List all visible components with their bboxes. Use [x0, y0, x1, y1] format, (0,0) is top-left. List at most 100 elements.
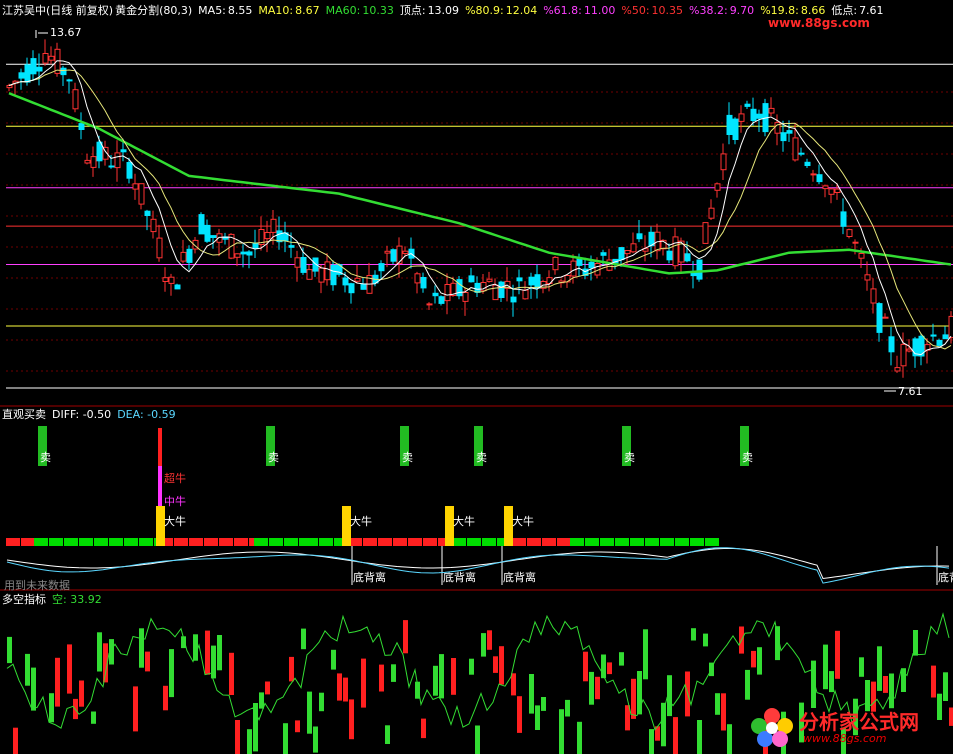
high-price-label: 13.67 [50, 26, 82, 39]
candle-body [732, 118, 739, 140]
candle-body [264, 232, 271, 240]
long-short-bar [169, 649, 174, 698]
signal-cell [109, 538, 123, 546]
macd-panel[interactable]: 卖卖卖卖卖卖大牛大牛大牛大牛超牛中牛底背离底背离底背离底背离 [6, 426, 953, 585]
candle-body [756, 113, 763, 119]
chart-canvas[interactable]: 13.67 7.61 卖卖卖卖卖卖大牛大牛大牛大牛超牛中牛底背离底背离底背离底背… [0, 0, 953, 754]
signal-cell [139, 538, 153, 546]
signal-cell [408, 538, 422, 546]
candle-body [696, 259, 703, 280]
signal-cell [204, 538, 218, 546]
candle-body [780, 132, 787, 142]
long-short-bar [823, 644, 828, 690]
long-short-bar [163, 685, 168, 711]
site-watermark: 分析家公式网 www.88gs.com [747, 704, 947, 750]
candle-body [720, 153, 727, 171]
candle-body [198, 214, 205, 235]
long-short-bar [433, 665, 438, 696]
long-short-bar [649, 729, 654, 754]
indicator-name: 黄金分割(80,3) [115, 4, 193, 17]
signal-cell [299, 538, 304, 546]
long-short-bar [49, 693, 54, 723]
candle-body [246, 251, 253, 256]
candle-body [66, 79, 73, 82]
long-short-bar [313, 726, 318, 753]
long-short-bar [145, 651, 150, 672]
candle-body [810, 173, 817, 176]
long-short-bar [55, 657, 60, 707]
candle-body [174, 284, 181, 290]
long-short-bar [385, 725, 390, 744]
signal-cell [452, 538, 466, 546]
watermark-url: www.88gs.com [803, 732, 887, 745]
candle-body [468, 275, 475, 283]
long-short-bar [751, 650, 756, 668]
candle-body [318, 267, 325, 283]
long-short-bar [835, 630, 840, 679]
long-short-bar [661, 702, 666, 747]
candle-body [18, 72, 25, 79]
p50-label: %50: [621, 4, 650, 17]
bottom-header: 多空指标 空: 33.92 [2, 593, 108, 607]
candle-body [204, 224, 211, 242]
long-short-bar [859, 657, 864, 677]
long-short-bar [643, 629, 648, 680]
long-short-bar [25, 653, 30, 686]
signal-cell [393, 538, 407, 546]
candle-body [834, 188, 841, 194]
candle-body [300, 257, 307, 273]
long-short-bar [535, 705, 540, 730]
candle-body [132, 183, 139, 190]
candle-body [714, 183, 721, 191]
long-short-bar [211, 645, 216, 679]
candlesticks[interactable] [6, 39, 953, 378]
candle-body [798, 152, 805, 155]
candle-body [396, 245, 403, 265]
candle-body [402, 250, 409, 254]
candle-body [942, 334, 949, 340]
ma5-value: 8.55 [227, 4, 253, 17]
divergence-label: 底背离 [938, 570, 953, 584]
super-bull-label: 超牛 [164, 471, 186, 485]
super-bull-bar [158, 428, 162, 468]
candle-body [528, 276, 535, 286]
watermark-title: 分析家公式网 [799, 710, 919, 734]
long-short-bar [193, 634, 198, 661]
candle-body [486, 278, 493, 282]
candle-body [636, 233, 643, 240]
signal-cell [675, 538, 689, 546]
candle-body [864, 274, 871, 281]
sell-label: 卖 [402, 451, 413, 464]
long-short-bar [319, 692, 324, 712]
candle-body [432, 292, 439, 297]
candle-body [498, 281, 505, 299]
long-short-bar [301, 628, 306, 650]
long-short-bar [727, 724, 732, 754]
signal-cell [304, 538, 318, 546]
sell-label: 卖 [268, 451, 279, 464]
signal-cell [94, 538, 108, 546]
long-short-bar [379, 664, 384, 692]
ma60-value: 10.33 [362, 4, 394, 17]
signal-cell [49, 538, 63, 546]
candle-body [666, 250, 673, 261]
long-short-bar [943, 672, 948, 701]
future-data-note: 用到未来数据 [4, 579, 70, 592]
candle-body [60, 67, 67, 76]
big-bull-label: 大牛 [164, 514, 186, 528]
p382-value: 9.70 [729, 4, 755, 17]
candle-body [114, 152, 121, 169]
signal-cell [79, 538, 93, 546]
signal-cell [557, 538, 570, 546]
top-value: 13.09 [427, 4, 460, 17]
long-short-bar [403, 620, 408, 654]
candle-body [936, 339, 943, 346]
signal-cell [542, 538, 556, 546]
candle-body [600, 252, 607, 256]
long-short-bar [565, 699, 570, 717]
ma5-line [8, 60, 952, 356]
long-short-bar [7, 636, 12, 664]
macd-header: 直观买卖 DIFF: -0.50 DEA: -0.59 [2, 408, 182, 422]
price-grid [6, 91, 953, 372]
candle-body [900, 343, 907, 367]
